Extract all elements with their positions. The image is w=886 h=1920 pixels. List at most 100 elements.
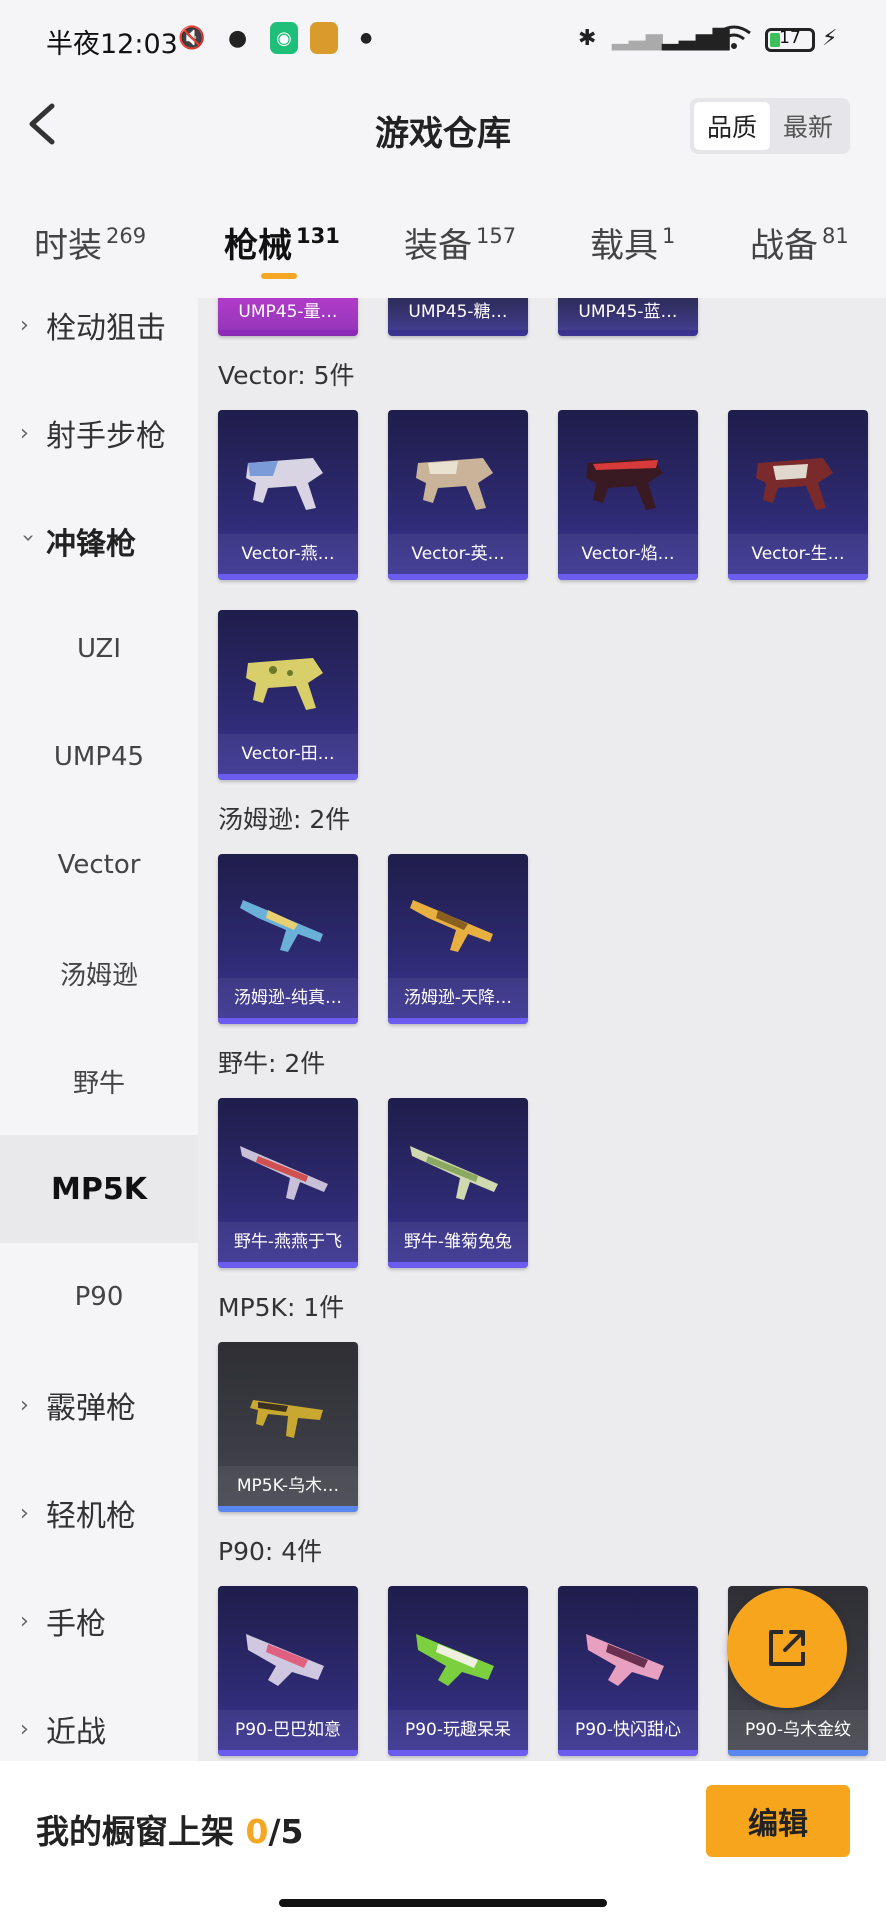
sidebar-item-smg[interactable]: › 冲锋枪 <box>0 487 198 595</box>
status-bar: 半夜12:03 🔇 ● ◉ ● ✱ ▂▃▅ ▂▃▅▇ 17 ⚡ <box>0 0 886 80</box>
weapon-card[interactable]: Vector-生… <box>728 410 868 580</box>
tab-label: 枪械 <box>224 226 292 266</box>
group-title-vector: Vector: 5件 <box>218 361 355 390</box>
sidebar-sub-mp5k[interactable]: MP5K <box>0 1135 198 1243</box>
status-time: 半夜12:03 <box>46 29 178 60</box>
edit-button[interactable]: 编辑 <box>706 1785 850 1857</box>
gun-image-icon <box>586 1634 664 1686</box>
sidebar-item-bolt-sniper[interactable]: › 栓动狙击 <box>0 298 198 379</box>
app-notification-icon: ◉ <box>270 22 298 54</box>
showcase-status: 我的橱窗上架 0/5 <box>36 1805 303 1853</box>
home-indicator[interactable] <box>279 1899 607 1907</box>
showcase-label: 我的橱窗上架 <box>36 1812 246 1851</box>
weapon-card[interactable]: 野牛-燕燕于飞 <box>218 1098 358 1268</box>
weapon-card[interactable]: 汤姆逊-天降… <box>388 854 528 1024</box>
weapon-name: Vector-焰… <box>558 534 698 574</box>
group-title-mp5k: MP5K: 1件 <box>218 1293 345 1322</box>
sidebar-sub-uzi[interactable]: UZI <box>0 595 198 703</box>
sidebar-item-lmg[interactable]: › 轻机枪 <box>0 1459 198 1567</box>
gun-image-icon <box>756 458 833 510</box>
weapon-card[interactable]: P90-巴巴如意 <box>218 1586 358 1756</box>
sidebar-label: 手枪 <box>46 1607 106 1642</box>
tab-count: 131 <box>296 224 340 248</box>
signal-weak-icon: ▂▃▅ <box>612 25 663 51</box>
weapon-name: 野牛-雏菊兔兔 <box>388 1222 528 1262</box>
weapon-name: MP5K-乌木… <box>218 1466 358 1506</box>
qq-icon: ● <box>228 25 248 51</box>
weapon-card[interactable]: UMP45-量… <box>218 298 358 336</box>
sidebar-label: 轻机枪 <box>46 1499 136 1534</box>
tab-count: 1 <box>662 224 676 248</box>
charging-icon: ⚡ <box>822 25 838 51</box>
weapon-card[interactable]: Vector-燕… <box>218 410 358 580</box>
weapon-card[interactable]: MP5K-乌木… <box>218 1342 358 1512</box>
weapon-name: UMP45-糖… <box>388 298 528 330</box>
tab-equipment[interactable]: 装备 157 <box>404 218 516 267</box>
weapon-name: P90-玩趣呆呆 <box>388 1710 528 1750</box>
weapon-card[interactable]: Vector-英… <box>388 410 528 580</box>
weapon-card[interactable]: 汤姆逊-纯真… <box>218 854 358 1024</box>
sidebar-sub-bizon[interactable]: 野牛 <box>0 1027 198 1135</box>
chevron-right-icon: › <box>20 1716 29 1742</box>
sidebar-sub-thompson[interactable]: 汤姆逊 <box>0 919 198 1027</box>
tab-guns[interactable]: 枪械 131 <box>224 218 340 267</box>
group-title-p90: P90: 4件 <box>218 1537 323 1566</box>
weapon-card[interactable]: UMP45-糖… <box>388 298 528 336</box>
tab-count: 269 <box>106 224 147 248</box>
sidebar-label: 冲锋枪 <box>46 527 136 562</box>
external-link-icon <box>769 1630 805 1666</box>
weapon-card[interactable]: 野牛-雏菊兔兔 <box>388 1098 528 1268</box>
gun-image-icon <box>416 1634 494 1686</box>
gun-image-icon <box>246 1634 324 1686</box>
share-button[interactable] <box>727 1588 847 1708</box>
weapon-name: Vector-燕… <box>218 534 358 574</box>
weapon-card[interactable]: P90-玩趣呆呆 <box>388 1586 528 1756</box>
weapon-name: UMP45-蓝… <box>558 298 698 330</box>
weapon-grid: UMP45-量… UMP45-糖… UMP45-蓝… Vector: 5件 Ve… <box>198 298 886 1761</box>
battery-level: 17 <box>779 28 801 48</box>
sort-newest-button[interactable]: 最新 <box>770 102 846 150</box>
weapon-name: P90-巴巴如意 <box>218 1710 358 1750</box>
more-notifications-icon: ● <box>360 30 373 46</box>
tab-label: 装备 <box>404 226 472 266</box>
tab-count: 81 <box>822 224 849 248</box>
sidebar-sub-ump45[interactable]: UMP45 <box>0 703 198 811</box>
sidebar-sub-p90[interactable]: P90 <box>0 1243 198 1351</box>
tab-fashion[interactable]: 时装 269 <box>34 218 146 267</box>
sidebar-label: 栓动狙击 <box>46 311 166 346</box>
sort-quality-button[interactable]: 品质 <box>694 102 770 150</box>
sidebar-item-pistol[interactable]: › 手枪 <box>0 1567 198 1675</box>
weapon-card[interactable]: Vector-田… <box>218 610 358 780</box>
gun-image-icon <box>416 458 493 510</box>
battery-icon: 17 <box>765 28 815 52</box>
group-title-thompson: 汤姆逊: 2件 <box>218 805 351 834</box>
showcase-total: /5 <box>268 1812 304 1851</box>
sidebar-item-shotgun[interactable]: › 霰弹枪 <box>0 1351 198 1459</box>
weapon-card[interactable]: Vector-焰… <box>558 410 698 580</box>
tab-vehicles[interactable]: 载具 1 <box>590 218 675 267</box>
weapon-card[interactable]: P90-快闪甜心 <box>558 1586 698 1756</box>
sidebar-sub-vector[interactable]: Vector <box>0 811 198 919</box>
weapon-name: 汤姆逊-纯真… <box>218 978 358 1018</box>
category-tabs: 时装 269 枪械 131 装备 157 载具 1 战备 81 <box>0 200 886 298</box>
chevron-right-icon: › <box>20 1608 29 1634</box>
sidebar-label: 霰弹枪 <box>46 1391 136 1426</box>
gun-image-icon <box>410 1146 498 1200</box>
tab-label: 战备 <box>750 226 818 266</box>
mute-icon: 🔇 <box>178 25 206 51</box>
gun-image-icon <box>246 658 323 710</box>
tab-supplies[interactable]: 战备 81 <box>750 218 849 267</box>
chevron-right-icon: › <box>20 420 29 446</box>
weapon-card[interactable]: UMP45-蓝… <box>558 298 698 336</box>
weapon-sidebar: › 栓动狙击 › 射手步枪 › 冲锋枪 UZI UMP45 Vector 汤姆逊 野牛… <box>0 298 198 1761</box>
sort-toggle: 品质 最新 <box>690 98 850 154</box>
game-notification-icon <box>310 22 338 54</box>
chevron-down-icon: › <box>15 533 41 542</box>
bottom-bar: 我的橱窗上架 0/5 编辑 <box>0 1761 886 1920</box>
bluetooth-icon: ✱ <box>578 25 597 51</box>
sidebar-item-melee[interactable]: › 近战 <box>0 1675 198 1761</box>
chevron-right-icon: › <box>20 1500 29 1526</box>
weapon-name: P90-乌木金纹 <box>728 1710 868 1750</box>
sidebar-item-marksman-rifle[interactable]: › 射手步枪 <box>0 379 198 487</box>
chevron-right-icon: › <box>20 312 29 338</box>
